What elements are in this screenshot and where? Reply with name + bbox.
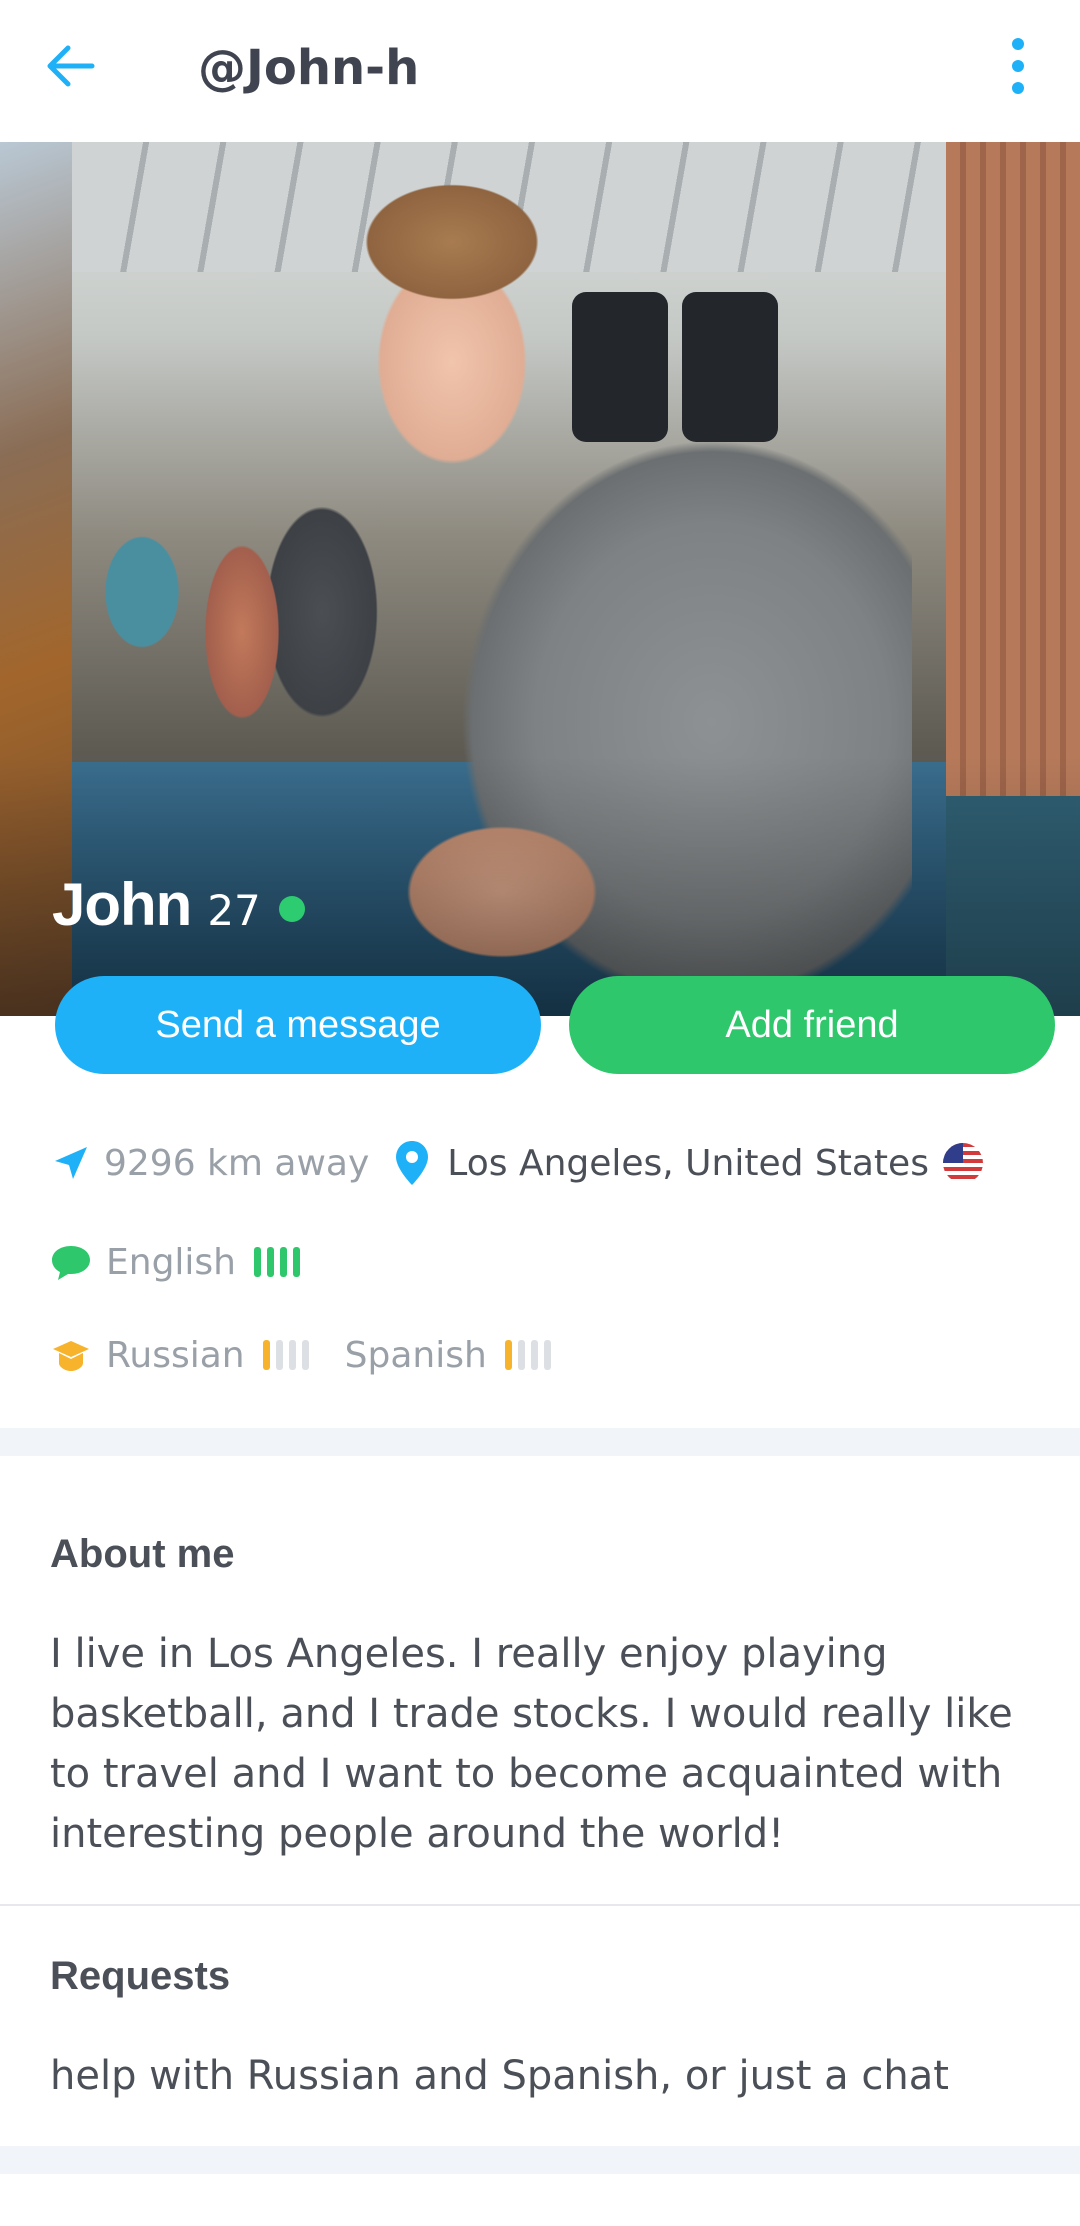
native-language-row: English [50, 1232, 300, 1292]
learning-language-name: Russian [106, 1334, 245, 1376]
profile-age: 27 [207, 886, 261, 935]
learning-language-name: Spanish [344, 1334, 487, 1376]
learning-language-level [262, 1340, 309, 1370]
add-friend-button[interactable]: Add friend [569, 976, 1055, 1074]
arrow-left-icon [47, 45, 95, 87]
back-button[interactable] [40, 36, 100, 96]
profile-name: John [52, 871, 192, 938]
more-options-button[interactable] [990, 30, 1046, 102]
navigation-arrow-icon [50, 1139, 92, 1187]
location-row: 9296 km away Los Angeles, United States [50, 1133, 983, 1193]
graduation-cap-icon [50, 1331, 92, 1379]
more-vertical-icon [1012, 38, 1024, 94]
native-language-name: English [106, 1241, 236, 1283]
online-status-dot [278, 895, 305, 922]
native-language-level [254, 1247, 300, 1277]
about-text: I live in Los Angeles. I really enjoy pl… [50, 1631, 1013, 1857]
section-divider [0, 2146, 1080, 2174]
requests-text: help with Russian and Spanish, or just a… [50, 2053, 949, 2099]
us-flag-icon [942, 1143, 983, 1183]
header-username: @John-h [198, 40, 420, 96]
profile-name-row: John 27 [52, 870, 305, 939]
location-text: Los Angeles, United States [447, 1142, 929, 1184]
learning-language-level [504, 1340, 551, 1370]
requests-title: Requests [50, 1954, 231, 1998]
section-divider [0, 1904, 1080, 1906]
distance-text: 9296 km away [104, 1142, 370, 1184]
send-message-button[interactable]: Send a message [55, 976, 541, 1074]
speech-bubble-icon [50, 1238, 92, 1286]
section-divider [0, 1428, 1080, 1456]
learning-languages-row: Russian Spanish [50, 1325, 551, 1385]
app-header: @John-h [0, 0, 1080, 142]
map-pin-icon [391, 1139, 433, 1187]
about-title: About me [50, 1532, 235, 1576]
